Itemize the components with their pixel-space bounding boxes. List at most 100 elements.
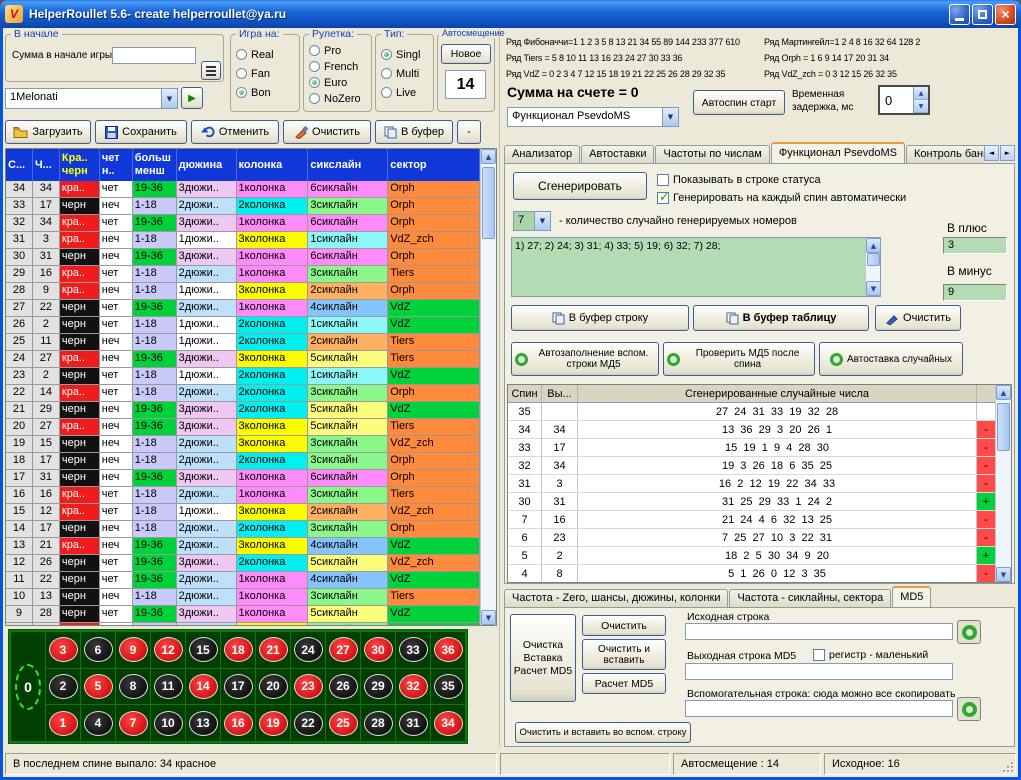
board-cell-12[interactable]: 12 — [151, 632, 185, 668]
chevron-down-icon[interactable]: ▼ — [662, 108, 678, 126]
checkbox-generate-each-spin[interactable]: Генерировать на каждый спин автоматическ… — [657, 192, 906, 204]
checkbox-icon[interactable] — [657, 174, 669, 186]
board-cell-32[interactable]: 32 — [396, 669, 430, 705]
board-cell-16[interactable]: 16 — [221, 705, 255, 741]
tab-main-1[interactable]: Автоставки — [581, 145, 654, 163]
table-row[interactable]: 2511черннеч1-181дюжи..2колонка2сиклайнTi… — [6, 334, 480, 351]
board-cell-18[interactable]: 18 — [221, 632, 255, 668]
table-row[interactable]: 2427кра..неч19-363дюжи..3колонка5сиклайн… — [6, 351, 480, 368]
scroll-up-icon[interactable]: ▲ — [996, 385, 1011, 400]
table-row[interactable]: 289кра..неч1-181дюжи..3колонка2сиклайнOr… — [6, 283, 480, 300]
maximize-button[interactable] — [972, 4, 993, 25]
generated-row[interactable]: 343413 36 29 3 20 26 1- — [508, 421, 995, 439]
board-cell-21[interactable]: 21 — [256, 632, 290, 668]
scrollbar-thumb[interactable] — [482, 167, 495, 239]
clear-paste-aux-button[interactable]: Очистить и вставить во вспом. строку — [515, 722, 691, 743]
generated-row[interactable]: 3527 24 31 33 19 32 28 — [508, 403, 995, 421]
close-button[interactable]: × — [995, 4, 1016, 25]
board-cell-8[interactable]: 8 — [116, 669, 150, 705]
table-row[interactable]: 2916кра..чет1-182дюжи..1колонка3сиклайнT… — [6, 266, 480, 283]
table-row[interactable]: 818кра..чет1-182дюжи..3колонка3сиклайнVd… — [6, 623, 480, 625]
tab-freq-2[interactable]: MD5 — [892, 586, 931, 607]
board-cell-26[interactable]: 26 — [326, 669, 360, 705]
board-cell-23[interactable]: 23 — [291, 669, 325, 705]
generated-row[interactable]: 303131 25 29 33 1 24 2+ — [508, 493, 995, 511]
board-cell-15[interactable]: 15 — [186, 632, 220, 668]
check-md5-button[interactable]: Проверить МД5 после спина — [663, 342, 815, 376]
tab-main-3[interactable]: Функционал PsevdoMS — [771, 142, 905, 163]
table-row[interactable]: 1731черннеч19-363дюжи..1колонка6сиклайнO… — [6, 470, 480, 487]
preset-combo[interactable]: 1Melonati ▼ — [5, 88, 178, 109]
generated-row[interactable]: 485 1 26 0 12 3 35- — [508, 565, 995, 582]
table-row[interactable]: 1512кра..чет1-181дюжи..3колонка2сиклайнV… — [6, 504, 480, 521]
clear-button[interactable]: Очистить — [283, 120, 371, 144]
generated-row[interactable]: 71621 24 4 6 32 13 25- — [508, 511, 995, 529]
generate-button[interactable]: Сгенерировать — [513, 172, 647, 200]
spinner-down-icon[interactable]: ▼ — [914, 100, 928, 113]
board-cell-28[interactable]: 28 — [361, 705, 395, 741]
minus-button[interactable]: - — [457, 120, 481, 144]
table-row[interactable]: 3234кра..чет19-363дюжи..1колонка6сиклайн… — [6, 215, 480, 232]
undo-button[interactable]: Отменить — [191, 120, 279, 144]
aux-string-input[interactable] — [685, 700, 953, 717]
menu-lines-button[interactable] — [201, 61, 221, 80]
table-row[interactable]: 1817черннеч1-182дюжи..2колонка3сиклайнOr… — [6, 453, 480, 470]
board-cell-3[interactable]: 3 — [46, 632, 80, 668]
tab-main-0[interactable]: Анализатор — [504, 145, 580, 163]
board-cell-35[interactable]: 35 — [431, 669, 465, 705]
autofill-md5-button[interactable]: Автозаполнение вспом. строки МД5 — [511, 342, 659, 376]
function-combo[interactable]: Функционал PsevdoMS ▼ — [507, 107, 679, 127]
board-cell-24[interactable]: 24 — [291, 632, 325, 668]
table-row[interactable]: 1321кра..неч19-362дюжи..3колонка4сиклайн… — [6, 538, 480, 555]
tab-freq-0[interactable]: Частота - Zero, шансы, дюжины, колонки — [504, 589, 728, 607]
scroll-up-icon[interactable]: ▲ — [481, 149, 496, 164]
board-cell-19[interactable]: 19 — [256, 705, 290, 741]
md5-calc-button[interactable]: Расчет MD5 — [582, 673, 666, 694]
chevron-down-icon[interactable]: ▼ — [161, 89, 177, 108]
board-cell-11[interactable]: 11 — [151, 669, 185, 705]
generated-row[interactable]: 331715 19 1 9 4 28 30- — [508, 439, 995, 457]
md5-clear-button[interactable]: Очистить — [582, 615, 666, 636]
board-cell-30[interactable]: 30 — [361, 632, 395, 668]
table-row[interactable]: 3434кра..чет19-363дюжи..1колонка6сиклайн… — [6, 181, 480, 198]
radio-option-bon[interactable]: Bon — [236, 85, 297, 100]
radio-option-multi[interactable]: Multi — [381, 66, 431, 81]
tab-scroll-left-icon[interactable]: ◄ — [984, 145, 999, 161]
load-button[interactable]: Загрузить — [5, 120, 91, 144]
buffer-string-button[interactable]: В буфер строку — [511, 305, 689, 331]
radio-option-real[interactable]: Real — [236, 47, 297, 62]
count-combo[interactable]: 7 ▼ — [513, 211, 551, 231]
table-row[interactable]: 2129черннеч19-363дюжи..2колонка5сиклайнV… — [6, 402, 480, 419]
radio-option-nozero[interactable]: NoZero — [309, 91, 369, 106]
radio-option-euro[interactable]: Euro — [309, 75, 369, 90]
resize-grip[interactable] — [1001, 760, 1013, 772]
generated-row[interactable]: 323419 3 26 18 6 35 25- — [508, 457, 995, 475]
title-bar[interactable]: HelperRoullet 5.6- create helperroullet@… — [0, 0, 1021, 28]
board-cell-9[interactable]: 9 — [116, 632, 150, 668]
output-string-input[interactable] — [685, 663, 953, 680]
chevron-down-icon[interactable]: ▼ — [534, 212, 550, 230]
copy-buffer-button[interactable]: В буфер — [375, 120, 453, 144]
board-cell-2[interactable]: 2 — [46, 669, 80, 705]
new-button[interactable]: Новое — [441, 44, 491, 64]
radio-option-french[interactable]: French — [309, 59, 369, 74]
delay-spinner[interactable]: 0 ▲ ▼ — [878, 85, 930, 115]
scroll-down-icon[interactable]: ▼ — [866, 281, 881, 296]
table-row[interactable]: 1013черннеч1-182дюжи..1колонка3сиклайнTi… — [6, 589, 480, 606]
board-cell-5[interactable]: 5 — [81, 669, 115, 705]
table-row[interactable]: 928чернчет19-363дюжи..1колонка5сиклайнVd… — [6, 606, 480, 623]
board-cell-20[interactable]: 20 — [256, 669, 290, 705]
history-table-scrollbar[interactable]: ▲ ▼ — [480, 149, 496, 625]
generated-string-box[interactable]: 1) 27; 2) 24; 3) 31; 4) 33; 5) 19; 6) 32… — [511, 237, 881, 297]
source-string-input[interactable] — [685, 623, 953, 640]
autobet-random-button[interactable]: Автоставка случайных — [819, 342, 963, 376]
table-row[interactable]: 313кра..неч1-181дюжи..3колонка1сиклайнVd… — [6, 232, 480, 249]
tab-main-4[interactable]: Контроль банкрол — [906, 145, 984, 163]
board-cell-6[interactable]: 6 — [81, 632, 115, 668]
board-cell-33[interactable]: 33 — [396, 632, 430, 668]
scrollbar-thumb[interactable] — [867, 253, 880, 266]
table-row[interactable]: 3317черннеч1-182дюжи..2колонка3сиклайнOr… — [6, 198, 480, 215]
table-row[interactable]: 1122чернчет19-362дюжи..1колонка4сиклайнV… — [6, 572, 480, 589]
board-cell-22[interactable]: 22 — [291, 705, 325, 741]
genbox-scrollbar[interactable]: ▲ ▼ — [865, 238, 880, 296]
